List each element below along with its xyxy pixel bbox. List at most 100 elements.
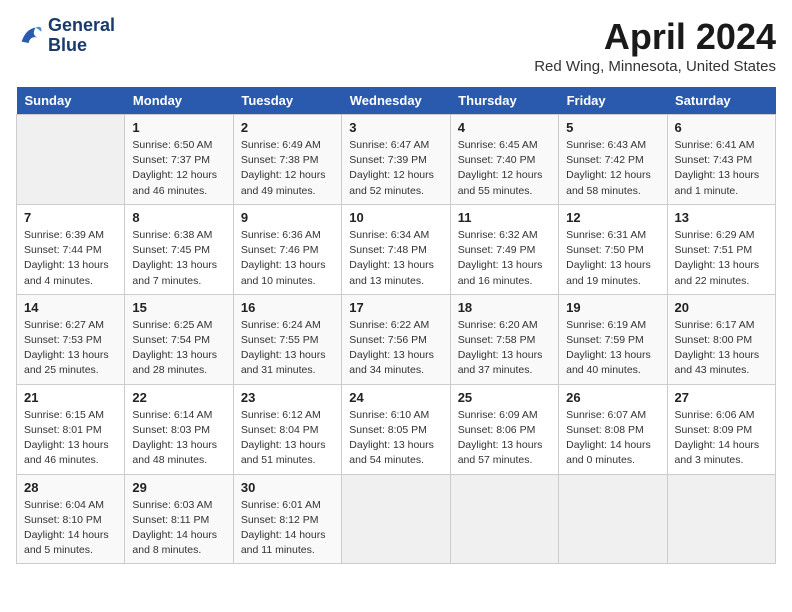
day-info: Sunrise: 6:29 AM Sunset: 7:51 PM Dayligh… [675,228,768,289]
calendar-cell: 17 Sunrise: 6:22 AM Sunset: 7:56 PM Dayli… [342,294,450,384]
calendar-cell: 1Sunrise: 6:50 AM Sunset: 7:37 PM Daylig… [125,115,233,205]
day-info: Sunrise: 6:14 AM Sunset: 8:03 PM Dayligh… [132,408,225,469]
day-number: 21 [24,390,117,405]
calendar-cell [17,115,125,205]
day-info: Sunrise: 6:50 AM Sunset: 7:37 PM Dayligh… [132,138,225,199]
day-number: 4 [458,120,551,135]
day-info: Sunrise: 6:04 AM Sunset: 8:10 PM Dayligh… [24,498,117,559]
calendar-cell: 3Sunrise: 6:47 AM Sunset: 7:39 PM Daylig… [342,115,450,205]
day-header-wednesday: Wednesday [342,87,450,115]
day-info: Sunrise: 6:15 AM Sunset: 8:01 PM Dayligh… [24,408,117,469]
calendar-cell: 19 Sunrise: 6:19 AM Sunset: 7:59 PM Dayli… [559,294,667,384]
calendar-cell: 18Sunrise: 6:20 AM Sunset: 7:58 PM Dayli… [450,294,558,384]
day-number: 16 [241,300,334,315]
calendar-cell: 9 Sunrise: 6:36 AM Sunset: 7:46 PM Daylig… [233,204,341,294]
title-area: April 2024 Red Wing, Minnesota, United S… [534,16,776,75]
day-number: 17 [349,300,442,315]
week-row-5: 28 Sunrise: 6:04 AM Sunset: 8:10 PM Dayli… [17,474,776,564]
day-number: 10 [349,210,442,225]
day-info: Sunrise: 6:34 AM Sunset: 7:48 PM Dayligh… [349,228,442,289]
calendar-cell: 2 Sunrise: 6:49 AM Sunset: 7:38 PM Daylig… [233,115,341,205]
day-header-sunday: Sunday [17,87,125,115]
day-info: Sunrise: 6:45 AM Sunset: 7:40 PM Dayligh… [458,138,551,199]
day-header-monday: Monday [125,87,233,115]
day-info: Sunrise: 6:31 AM Sunset: 7:50 PM Dayligh… [566,228,659,289]
day-info: Sunrise: 6:09 AM Sunset: 8:06 PM Dayligh… [458,408,551,469]
day-number: 18 [458,300,551,315]
calendar-cell: 30Sunrise: 6:01 AM Sunset: 8:12 PM Dayli… [233,474,341,564]
day-info: Sunrise: 6:22 AM Sunset: 7:56 PM Dayligh… [349,318,442,379]
day-number: 26 [566,390,659,405]
day-info: Sunrise: 6:03 AM Sunset: 8:11 PM Dayligh… [132,498,225,559]
day-number: 30 [241,480,334,495]
day-number: 25 [458,390,551,405]
calendar-cell: 14 Sunrise: 6:27 AM Sunset: 7:53 PM Dayli… [17,294,125,384]
day-number: 24 [349,390,442,405]
calendar-cell [342,474,450,564]
week-row-3: 14 Sunrise: 6:27 AM Sunset: 7:53 PM Dayli… [17,294,776,384]
calendar-cell: 29 Sunrise: 6:03 AM Sunset: 8:11 PM Dayli… [125,474,233,564]
calendar-title: April 2024 [534,16,776,58]
day-number: 5 [566,120,659,135]
day-number: 28 [24,480,117,495]
calendar-cell: 10 Sunrise: 6:34 AM Sunset: 7:48 PM Dayli… [342,204,450,294]
week-row-1: 1Sunrise: 6:50 AM Sunset: 7:37 PM Daylig… [17,115,776,205]
day-number: 27 [675,390,768,405]
day-header-saturday: Saturday [667,87,775,115]
day-number: 8 [132,210,225,225]
calendar-table: SundayMondayTuesdayWednesdayThursdayFrid… [16,87,776,564]
day-header-tuesday: Tuesday [233,87,341,115]
day-number: 3 [349,120,442,135]
calendar-cell: 25 Sunrise: 6:09 AM Sunset: 8:06 PM Dayli… [450,384,558,474]
logo-icon [16,22,44,50]
day-number: 9 [241,210,334,225]
page-header: General Blue April 2024 Red Wing, Minnes… [16,16,776,75]
calendar-cell: 21 Sunrise: 6:15 AM Sunset: 8:01 PM Dayli… [17,384,125,474]
day-number: 13 [675,210,768,225]
day-number: 29 [132,480,225,495]
day-number: 22 [132,390,225,405]
calendar-cell: 28 Sunrise: 6:04 AM Sunset: 8:10 PM Dayli… [17,474,125,564]
day-info: Sunrise: 6:27 AM Sunset: 7:53 PM Dayligh… [24,318,117,379]
day-number: 14 [24,300,117,315]
day-info: Sunrise: 6:41 AM Sunset: 7:43 PM Dayligh… [675,138,768,199]
calendar-cell: 22 Sunrise: 6:14 AM Sunset: 8:03 PM Dayli… [125,384,233,474]
day-number: 7 [24,210,117,225]
calendar-cell: 6Sunrise: 6:41 AM Sunset: 7:43 PM Daylig… [667,115,775,205]
day-info: Sunrise: 6:38 AM Sunset: 7:45 PM Dayligh… [132,228,225,289]
calendar-cell: 5Sunrise: 6:43 AM Sunset: 7:42 PM Daylig… [559,115,667,205]
calendar-cell: 26 Sunrise: 6:07 AM Sunset: 8:08 PM Dayli… [559,384,667,474]
logo: General Blue [16,16,115,56]
day-number: 2 [241,120,334,135]
day-header-friday: Friday [559,87,667,115]
calendar-cell: 20Sunrise: 6:17 AM Sunset: 8:00 PM Dayli… [667,294,775,384]
day-info: Sunrise: 6:06 AM Sunset: 8:09 PM Dayligh… [675,408,768,469]
day-number: 19 [566,300,659,315]
week-row-4: 21 Sunrise: 6:15 AM Sunset: 8:01 PM Dayli… [17,384,776,474]
day-info: Sunrise: 6:39 AM Sunset: 7:44 PM Dayligh… [24,228,117,289]
day-info: Sunrise: 6:07 AM Sunset: 8:08 PM Dayligh… [566,408,659,469]
day-number: 23 [241,390,334,405]
calendar-cell: 27 Sunrise: 6:06 AM Sunset: 8:09 PM Dayli… [667,384,775,474]
calendar-cell: 15Sunrise: 6:25 AM Sunset: 7:54 PM Dayli… [125,294,233,384]
calendar-cell: 7 Sunrise: 6:39 AM Sunset: 7:44 PM Daylig… [17,204,125,294]
calendar-cell: 24Sunrise: 6:10 AM Sunset: 8:05 PM Dayli… [342,384,450,474]
day-info: Sunrise: 6:32 AM Sunset: 7:49 PM Dayligh… [458,228,551,289]
week-row-2: 7 Sunrise: 6:39 AM Sunset: 7:44 PM Daylig… [17,204,776,294]
day-info: Sunrise: 6:24 AM Sunset: 7:55 PM Dayligh… [241,318,334,379]
day-header-row: SundayMondayTuesdayWednesdayThursdayFrid… [17,87,776,115]
day-info: Sunrise: 6:49 AM Sunset: 7:38 PM Dayligh… [241,138,334,199]
day-info: Sunrise: 6:19 AM Sunset: 7:59 PM Dayligh… [566,318,659,379]
day-number: 15 [132,300,225,315]
day-number: 20 [675,300,768,315]
calendar-cell: 16 Sunrise: 6:24 AM Sunset: 7:55 PM Dayli… [233,294,341,384]
calendar-cell: 11Sunrise: 6:32 AM Sunset: 7:49 PM Dayli… [450,204,558,294]
day-info: Sunrise: 6:36 AM Sunset: 7:46 PM Dayligh… [241,228,334,289]
calendar-cell: 23 Sunrise: 6:12 AM Sunset: 8:04 PM Dayli… [233,384,341,474]
calendar-cell: 8 Sunrise: 6:38 AM Sunset: 7:45 PM Daylig… [125,204,233,294]
logo-text: General Blue [48,16,115,56]
calendar-cell [450,474,558,564]
calendar-cell [667,474,775,564]
day-info: Sunrise: 6:12 AM Sunset: 8:04 PM Dayligh… [241,408,334,469]
day-header-thursday: Thursday [450,87,558,115]
